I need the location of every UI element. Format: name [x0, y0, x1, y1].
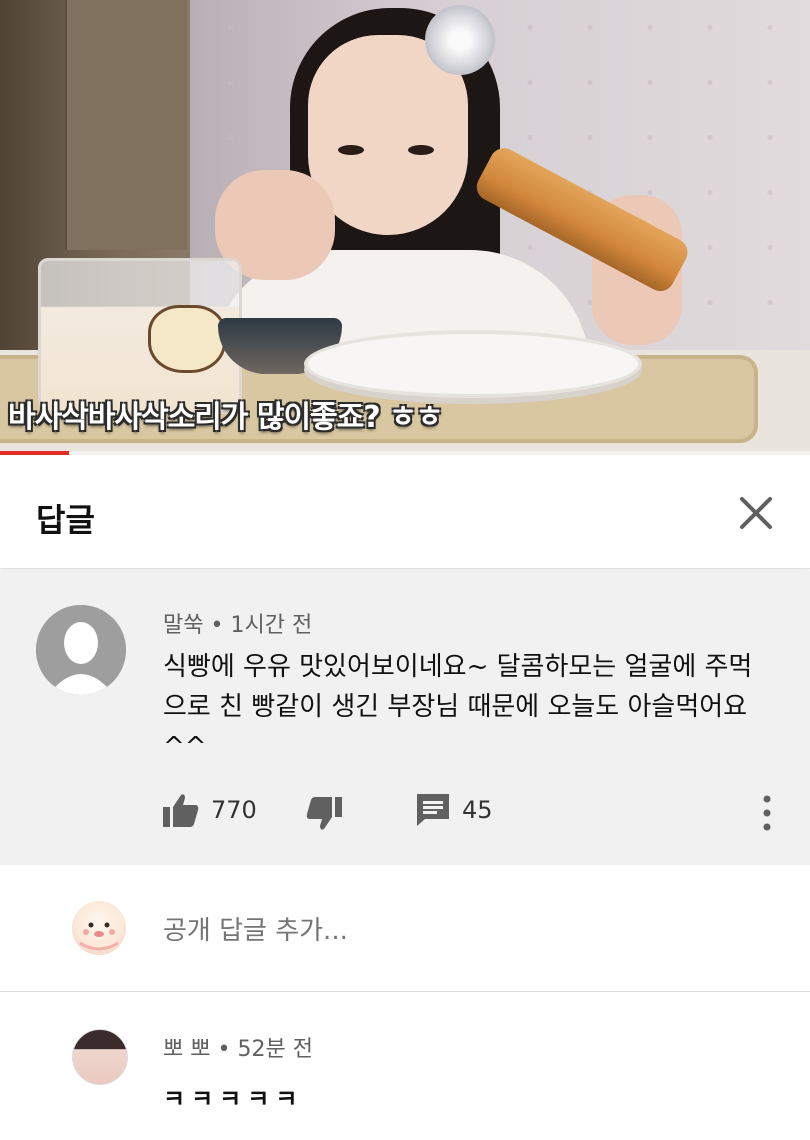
thumbs-up-icon — [163, 794, 199, 827]
bear-illustration — [148, 305, 226, 373]
eye-right — [408, 145, 434, 155]
avatar[interactable] — [36, 605, 126, 695]
close-icon — [740, 497, 772, 529]
reply-count: 45 — [462, 796, 493, 824]
eye-left — [338, 145, 364, 155]
reply-text: ㅋㅋㅋㅋㅋ — [163, 1085, 304, 1113]
comment-time: 1시간 전 — [230, 613, 313, 638]
add-reply-bar — [0, 865, 810, 992]
reply-item: 뽀 뽀 • 52분 전 ㅋㅋㅋㅋㅋ — [0, 993, 810, 1140]
more-vert-icon — [763, 795, 771, 831]
like-button[interactable]: 770 — [163, 793, 257, 827]
comment-actions: 770 45 — [163, 793, 783, 833]
video-player[interactable]: 바사삭바사삭소리가 많이좋죠? ㅎㅎ — [0, 0, 810, 455]
comment-text: 식빵에 우유 맛있어보이네요~ 달콤하모는 얼굴에 주먹으로 친 빵같이 생긴 … — [163, 652, 753, 762]
parent-comment: 말쑥 • 1시간 전 식빵에 우유 맛있어보이네요~ 달콤하모는 얼굴에 주먹으… — [0, 571, 810, 865]
replies-header: 답글 — [0, 455, 810, 569]
comment-meta: 말쑥 • 1시간 전 — [163, 607, 312, 639]
video-caption: 바사삭바사삭소리가 많이좋죠? ㅎㅎ — [8, 400, 443, 435]
reply-meta: 뽀 뽀 • 52분 전 — [163, 1031, 313, 1063]
comment-author[interactable]: 말쑥 — [163, 613, 203, 638]
reply-time: 52분 전 — [237, 1037, 313, 1062]
close-button[interactable] — [728, 485, 784, 541]
meta-separator: • — [210, 613, 231, 638]
bun-avatar-icon — [79, 922, 119, 951]
reply-input[interactable] — [163, 911, 723, 951]
dislike-button[interactable] — [306, 797, 342, 831]
reply-avatar[interactable] — [72, 1029, 128, 1085]
reply-author[interactable]: 뽀 뽀 — [163, 1037, 210, 1062]
door-panel — [65, 0, 187, 250]
thumbs-down-icon — [306, 797, 342, 830]
reply-count-button[interactable]: 45 — [416, 793, 493, 827]
meta-separator: • — [217, 1037, 238, 1062]
comment-icon — [417, 794, 449, 826]
more-options-button[interactable] — [752, 793, 782, 833]
default-avatar-icon — [36, 605, 126, 695]
like-count: 770 — [211, 796, 257, 824]
current-user-avatar — [72, 901, 126, 955]
replies-title: 답글 — [36, 501, 95, 539]
plate — [304, 330, 642, 398]
